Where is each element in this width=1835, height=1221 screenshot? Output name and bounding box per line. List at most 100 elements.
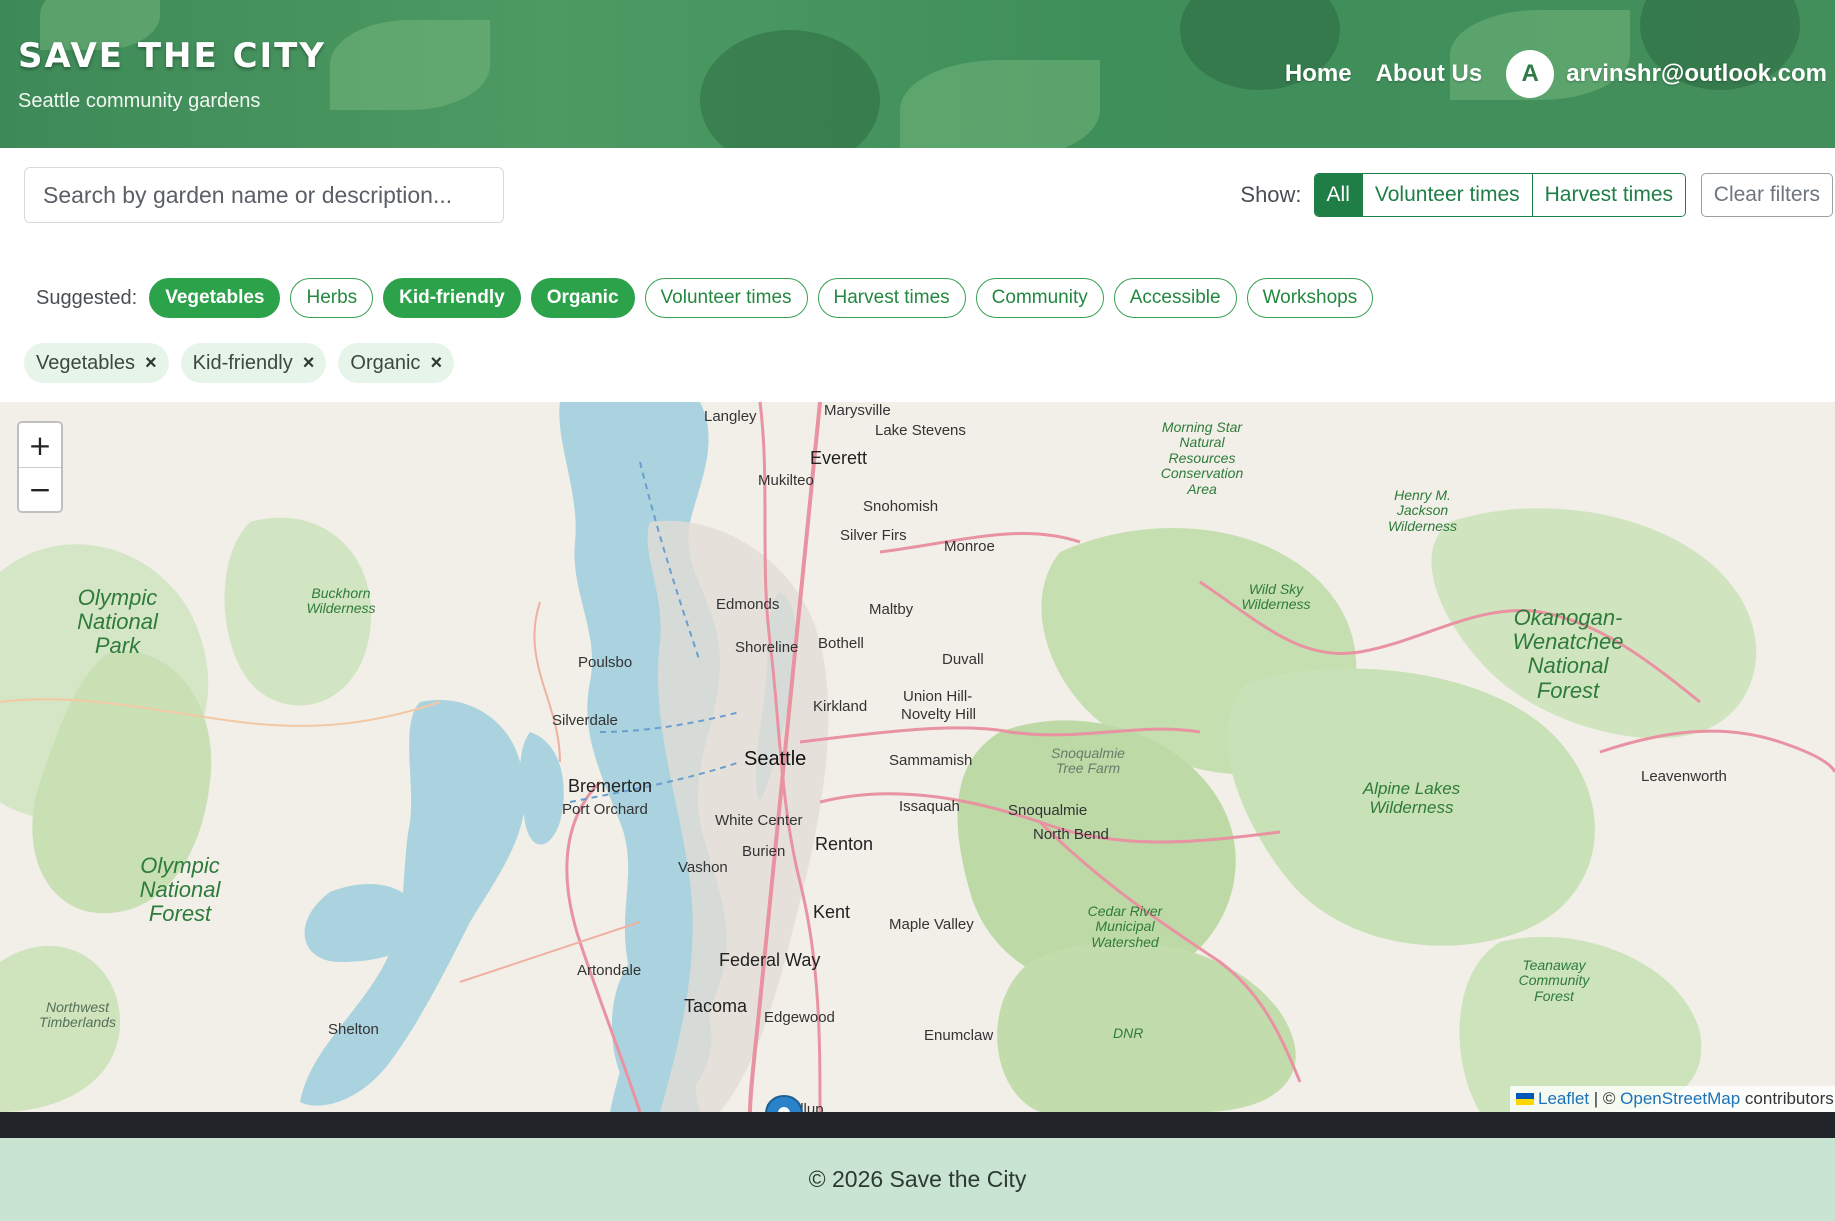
map-label-monroe: Monroe [944,538,995,555]
map-label-wild-sky: Wild Sky Wilderness [1241,581,1311,613]
map-label-bothell: Bothell [818,635,864,652]
chip-organic[interactable]: Organic [530,278,635,318]
map-label-duvall: Duvall [942,651,984,668]
map-label-kent: Kent [813,902,851,922]
show-volunteer-times-button[interactable]: Volunteer times [1361,174,1532,216]
footer-copyright: © 2026 Save the City [808,1166,1027,1192]
chip-accessible[interactable]: Accessible [1113,278,1237,318]
active-filter-vegetables: Vegetables × [24,343,169,383]
attribution-contributors: contributors [1740,1089,1834,1108]
map-label-leavenworth: Leavenworth [1641,768,1727,785]
map-label-edmonds: Edmonds [716,596,780,613]
ukraine-flag-icon [1516,1093,1534,1105]
main-nav: Home About Us A arvinshr@outlook.com [1285,50,1827,98]
show-toggle: All Volunteer times Harvest times [1313,173,1686,217]
header-gardener-shape [700,30,880,148]
show-label: Show: [1240,182,1302,207]
map-label-olympic-national-forest: Olympic National Forest [139,853,221,927]
chip-vegetables[interactable]: Vegetables [149,278,281,318]
zoom-in-button[interactable]: + [19,423,61,467]
user-email[interactable]: arvinshr@outlook.com [1566,60,1827,88]
map-label-olympic-national-park: Olympic National Park [77,585,158,659]
map-label-shelton: Shelton [328,1021,379,1038]
chip-workshops[interactable]: Workshops [1246,278,1374,318]
garden-marker-icon[interactable] [764,1094,804,1112]
header-foliage [900,60,1100,148]
map-label-port-orchard: Port Orchard [562,801,648,818]
map-label-morning-star: Morning Star Natural Resources Conservat… [1160,419,1244,497]
map-label-white-center: White Center [715,812,803,829]
chip-volunteer-times[interactable]: Volunteer times [644,278,808,318]
chip-herbs[interactable]: Herbs [290,278,374,318]
brand: Save the City Seattle community gardens [18,36,326,113]
map-label-maltby: Maltby [869,601,914,618]
leaflet-link[interactable]: Leaflet [1538,1089,1589,1108]
site-footer: © 2026 Save the City [0,1138,1835,1221]
map-label-vashon: Vashon [678,859,728,876]
map-label-enumclaw: Enumclaw [924,1027,994,1044]
active-filter-organic: Organic × [338,343,455,383]
map-label-artondale: Artondale [577,962,642,979]
map-label-everett: Everett [810,448,868,468]
active-filter-label: Vegetables [36,351,135,374]
map-label-silverdale: Silverdale [552,712,618,729]
map-label-kirkland: Kirkland [813,698,868,715]
show-all-button[interactable]: All [1314,174,1362,216]
attribution-separator: | © [1589,1089,1621,1108]
map-label-shoreline: Shoreline [735,639,799,656]
remove-filter-icon[interactable]: × [430,352,442,375]
header-foliage [330,20,490,110]
clear-filters-button[interactable]: Clear filters [1700,173,1833,217]
map-label-alpine-lakes: Alpine Lakes Wilderness [1362,779,1461,817]
map-label-okanogan-wenatchee: Okanogan-Wenatchee National Forest [1512,605,1624,703]
remove-filter-icon[interactable]: × [303,352,315,375]
footer-divider [0,1112,1835,1138]
map-label-langley: Langley [704,408,757,425]
map-label-issaquah: Issaquah [899,798,960,815]
map-label-poulsbo: Poulsbo [578,654,633,671]
map-label-northwest-timberlands: Northwest Timberlands [39,999,116,1031]
active-filter-kid-friendly: Kid-friendly × [180,343,327,383]
suggested-tags: Suggested: Vegetables Herbs Kid-friendly… [36,278,1374,318]
map-label-cedar-river: Cedar River Municipal Watershed [1087,903,1163,950]
map-label-maple-valley: Maple Valley [889,916,974,933]
openstreetmap-link[interactable]: OpenStreetMap [1620,1089,1740,1108]
map-label-tacoma: Tacoma [684,996,748,1016]
zoom-out-button[interactable]: − [19,467,61,511]
search-input[interactable] [24,167,504,223]
active-filter-label: Kid-friendly [192,351,293,374]
avatar[interactable]: A [1506,50,1555,98]
site-title[interactable]: Save the City [18,36,326,76]
zoom-control: + − [17,421,63,513]
map-attribution: Leaflet | © OpenStreetMap contributors [1510,1086,1835,1112]
show-harvest-times-button[interactable]: Harvest times [1531,174,1685,216]
remove-filter-icon[interactable]: × [145,352,157,375]
map-label-snohomish: Snohomish [863,498,939,515]
map-label-henry-jackson: Henry M. Jackson Wilderness [1387,487,1458,534]
map-label-burien: Burien [742,843,786,860]
map-label-snoqualmie: Snoqualmie [1008,802,1088,819]
active-filters: Vegetables × Kid-friendly × Organic × [24,343,455,383]
map-label-seattle: Seattle [744,748,807,770]
map-label-novelty-hill: Novelty Hill [901,706,977,723]
nav-about-link[interactable]: About Us [1376,60,1483,88]
chip-community[interactable]: Community [975,278,1104,318]
map-label-edgewood: Edgewood [764,1009,835,1026]
map-label-north-bend: North Bend [1033,826,1109,843]
map-label-marysville: Marysville [824,402,891,419]
map-label-teanaway: Teanaway Community Forest [1518,957,1590,1004]
map-label-lake-stevens: Lake Stevens [875,422,966,439]
map-label-bremerton: Bremerton [568,776,653,796]
map-label-sammamish: Sammamish [889,752,973,769]
garden-map[interactable]: Marysville Langley Lake Stevens Everett … [0,402,1835,1112]
user-menu[interactable]: A arvinshr@outlook.com [1506,50,1827,98]
chip-kid-friendly[interactable]: Kid-friendly [383,278,521,318]
map-label-union-hill: Union Hill- [903,688,973,705]
site-header: Save the City Seattle community gardens … [0,0,1835,148]
site-subtitle: Seattle community gardens [18,90,261,112]
nav-home-link[interactable]: Home [1285,60,1352,88]
show-filter-group: Show: All Volunteer times Harvest times [1240,173,1686,217]
suggested-label: Suggested: [36,286,138,309]
chip-harvest-times[interactable]: Harvest times [817,278,966,318]
map-label-renton: Renton [815,834,874,854]
